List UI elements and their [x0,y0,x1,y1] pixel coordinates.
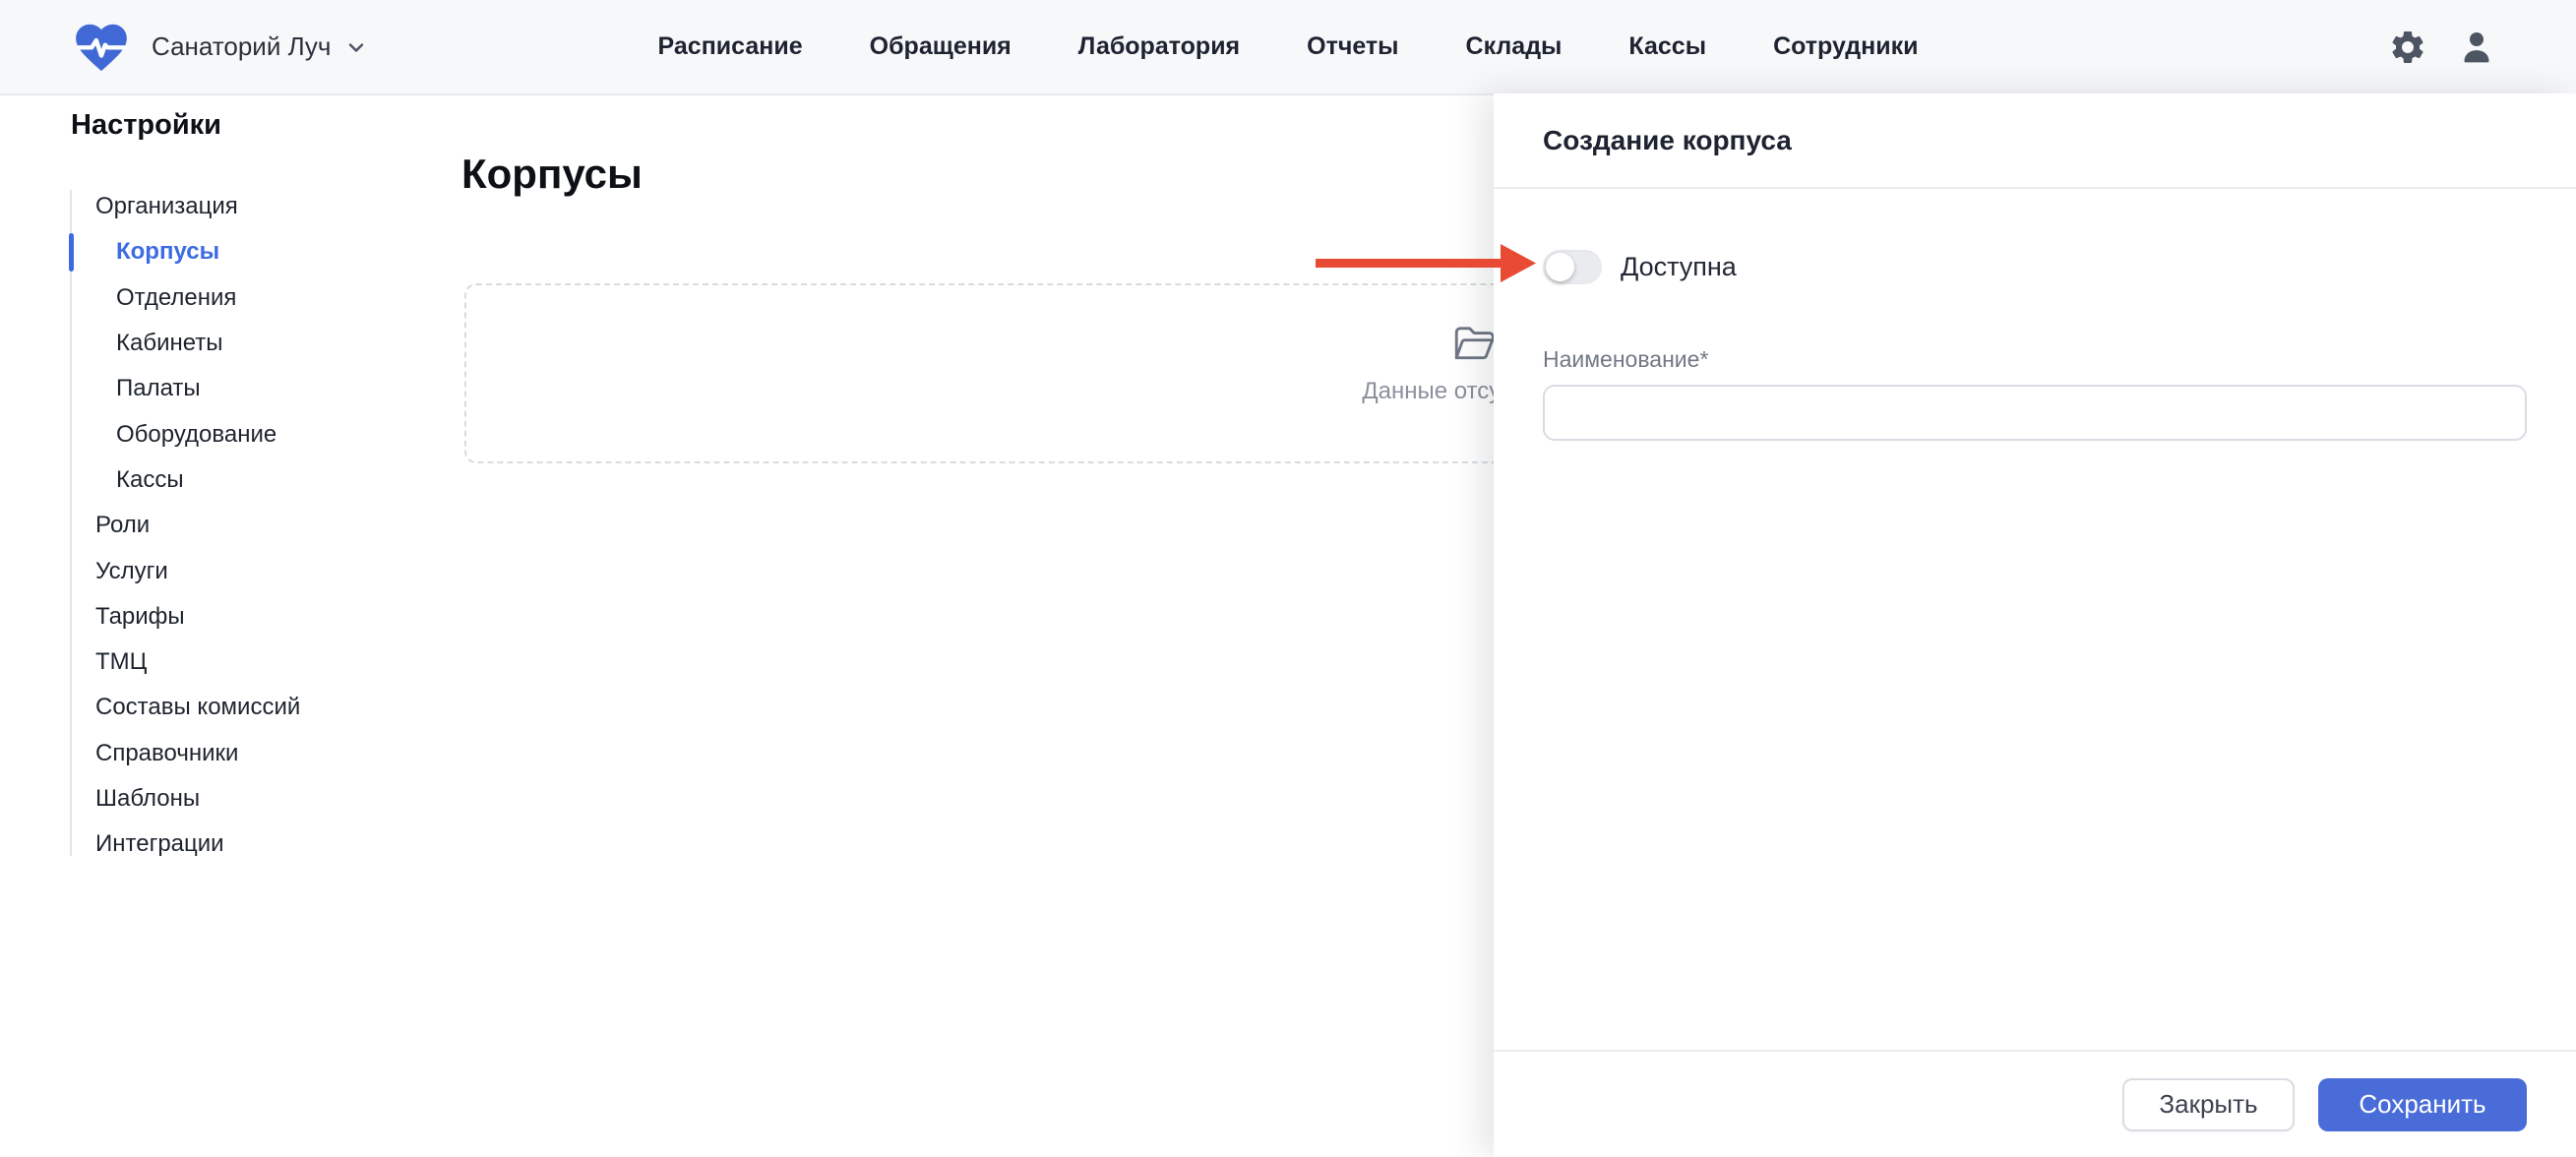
page-title: Корпусы [461,151,643,197]
open-folder-icon [1454,327,1495,360]
sidebar-item[interactable]: Справочники [0,731,433,776]
top-nav: Расписание Обращения Лаборатория Отчеты Скла… [658,0,1919,93]
top-nav-item[interactable]: Лаборатория [1078,32,1240,61]
org-switcher[interactable]: Санаторий Луч [152,31,368,62]
sidebar-item[interactable]: Корпусы [0,229,433,274]
name-field-label: Наименование* [1543,346,1709,372]
drawer-body: Доступна Наименование* [1494,189,2576,1050]
create-building-drawer: Создание корпуса Доступна Наименование* … [1494,93,2576,1157]
settings-gear-icon[interactable] [2388,28,2427,67]
toggle-knob [1546,253,1574,281]
settings-sidebar: Настройки Организация Корпусы Отделения Каб… [0,93,433,1157]
user-profile-icon[interactable] [2457,28,2496,67]
top-nav-item[interactable]: Обращения [870,32,1012,61]
drawer-title: Создание корпуса [1543,124,1792,155]
sidebar-item[interactable]: Оборудование [0,411,433,457]
sidebar-item[interactable]: Отделения [0,275,433,321]
brand: Санаторий Луч [71,0,368,93]
save-button[interactable]: Сохранить [2318,1077,2527,1131]
top-nav-item[interactable]: Расписание [658,32,803,61]
org-name: Санаторий Луч [152,31,332,61]
top-nav-item[interactable]: Сотрудники [1773,32,1918,61]
sidebar-item[interactable]: Кассы [0,457,433,503]
close-button[interactable]: Закрыть [2122,1077,2295,1131]
sidebar-item[interactable]: Роли [0,503,433,548]
sidebar-item[interactable]: Организация [0,184,433,229]
top-nav-item[interactable]: Кассы [1628,32,1706,61]
drawer-footer: Закрыть Сохранить [1494,1050,2576,1157]
sidebar-item[interactable]: Шаблоны [0,776,433,822]
sidebar-item[interactable]: Тарифы [0,594,433,639]
availability-label: Доступна [1621,252,1737,281]
topbar: Санаторий Луч Расписание Обращения Лаборат… [0,0,2576,95]
sidebar-item[interactable]: Палаты [0,366,433,411]
sidebar-title: Настройки [71,109,222,141]
top-nav-item[interactable]: Склады [1466,32,1563,61]
heart-pulse-logo-icon [71,17,132,78]
top-nav-item[interactable]: Отчеты [1307,32,1398,61]
sidebar-item[interactable]: Кабинеты [0,321,433,366]
top-icons [2388,0,2496,93]
drawer-header: Создание корпуса [1494,93,2576,189]
sidebar-item[interactable]: Услуги [0,548,433,593]
availability-toggle[interactable] [1543,250,1602,284]
sidebar-item[interactable]: ТМЦ [0,639,433,685]
chevron-down-icon [349,42,364,52]
name-input[interactable] [1543,385,2527,441]
active-indicator [69,233,74,272]
sidebar-item[interactable]: Составы комиссий [0,685,433,730]
availability-row: Доступна [1543,250,2527,284]
sidebar-item[interactable]: Интеграции [0,822,433,867]
settings-menu: Организация Корпусы Отделения Кабинеты Палат… [0,184,433,867]
